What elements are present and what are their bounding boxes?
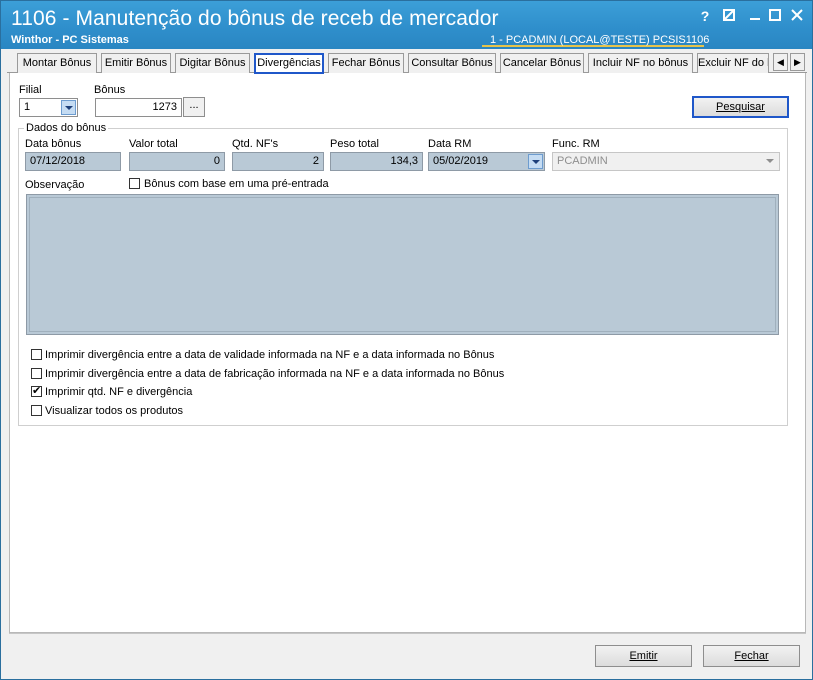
close-window-label: Fechar (734, 650, 769, 662)
data-rm-field[interactable]: 05/02/2019 (428, 152, 545, 171)
search-button[interactable]: Pesquisar (692, 96, 789, 118)
footer-divider (9, 633, 806, 634)
chevron-down-icon[interactable] (61, 100, 76, 115)
pre-entrada-label[interactable]: Bônus com base em uma pré-entrada (144, 178, 329, 190)
close-button[interactable] (790, 9, 804, 23)
observacao-inner (29, 197, 776, 332)
dados-bonus-title: Dados do bônus (24, 122, 109, 134)
qtd-nfs-label: Qtd. NF's (232, 138, 279, 150)
tab-consultar-bonus[interactable]: Consultar Bônus (408, 53, 496, 73)
pre-entrada-checkbox[interactable] (129, 178, 140, 189)
option-fabricacao-label[interactable]: Imprimir divergência entre a data de fab… (45, 368, 504, 380)
tab-scroll-right-icon[interactable]: ▶ (790, 53, 805, 71)
option-qtd-nf-checkbox[interactable] (31, 384, 42, 397)
func-rm-select: PCADMIN (552, 152, 780, 171)
tab-digitar-bonus[interactable]: Digitar Bônus (175, 53, 250, 73)
tab-montar-bonus[interactable]: Montar Bônus (17, 53, 97, 73)
bonus-label: Bônus (94, 84, 126, 96)
calendar-dropdown-icon[interactable] (528, 154, 543, 169)
peso-total-field: 134,3 (330, 152, 423, 171)
data-rm-value: 05/02/2019 (433, 155, 489, 167)
bonus-lookup-button[interactable]: ... (183, 97, 205, 117)
func-rm-label: Func. RM (552, 138, 600, 150)
tab-incluir-nf[interactable]: Incluir NF no bônus (588, 53, 693, 73)
filial-label: Filial (19, 84, 42, 96)
tab-excluir-nf[interactable]: Excluir NF do bônus (697, 53, 769, 73)
tab-fechar-bonus[interactable]: Fechar Bônus (328, 53, 404, 73)
help-button[interactable]: ? (698, 9, 712, 23)
app-subtitle: Winthor - PC Sistemas (11, 34, 129, 46)
observacao-label: Observação (25, 179, 85, 191)
emit-button-label: Emitir (629, 650, 658, 662)
func-rm-value: PCADMIN (557, 155, 608, 167)
app-window: 1106 - Manutenção do bônus de receb de m… (0, 0, 813, 680)
search-button-label: Pesquisar (716, 101, 765, 113)
filial-select[interactable]: 1 (19, 98, 78, 117)
data-bonus-label: Data bônus (25, 138, 82, 150)
qtd-nfs-field: 2 (232, 152, 324, 171)
filial-value: 1 (24, 101, 31, 113)
minimize-button[interactable] (748, 9, 762, 23)
bonus-input[interactable]: 1273 (95, 98, 182, 117)
valor-total-field: 0 (129, 152, 225, 171)
option-validade-checkbox[interactable] (31, 349, 42, 360)
data-rm-label: Data RM (428, 138, 472, 150)
option-validade-label[interactable]: Imprimir divergência entre a data de val… (45, 349, 494, 361)
option-fabricacao-checkbox[interactable] (31, 368, 42, 379)
restore-icon[interactable] (722, 9, 736, 23)
peso-total-label: Peso total (330, 138, 379, 150)
option-qtd-nf-label[interactable]: Imprimir qtd. NF e divergência (45, 386, 192, 398)
emit-button[interactable]: Emitir (595, 645, 692, 667)
tab-bar: Montar Bônus Emitir Bônus Digitar Bônus … (7, 53, 807, 74)
user-session-info: 1 - PCADMIN (LOCAL@TESTE) PCSIS1106 (482, 34, 709, 47)
window-title: 1106 - Manutenção do bônus de receb de m… (11, 7, 499, 30)
data-bonus-field: 07/12/2018 (25, 152, 121, 171)
tab-scroll-left-icon[interactable]: ◀ (773, 53, 788, 71)
title-bar[interactable]: 1106 - Manutenção do bônus de receb de m… (1, 1, 812, 49)
option-todos-produtos-label[interactable]: Visualizar todos os produtos (45, 405, 183, 417)
tab-cancelar-bonus[interactable]: Cancelar Bônus (500, 53, 584, 73)
tab-emitir-bonus[interactable]: Emitir Bônus (101, 53, 171, 73)
tab-divergencias[interactable]: Divergências (254, 53, 324, 74)
valor-total-label: Valor total (129, 138, 178, 150)
maximize-button[interactable] (768, 9, 782, 23)
close-window-button[interactable]: Fechar (703, 645, 800, 667)
option-todos-produtos-checkbox[interactable] (31, 405, 42, 416)
observacao-textarea[interactable] (26, 194, 779, 335)
chevron-down-icon (763, 154, 778, 169)
